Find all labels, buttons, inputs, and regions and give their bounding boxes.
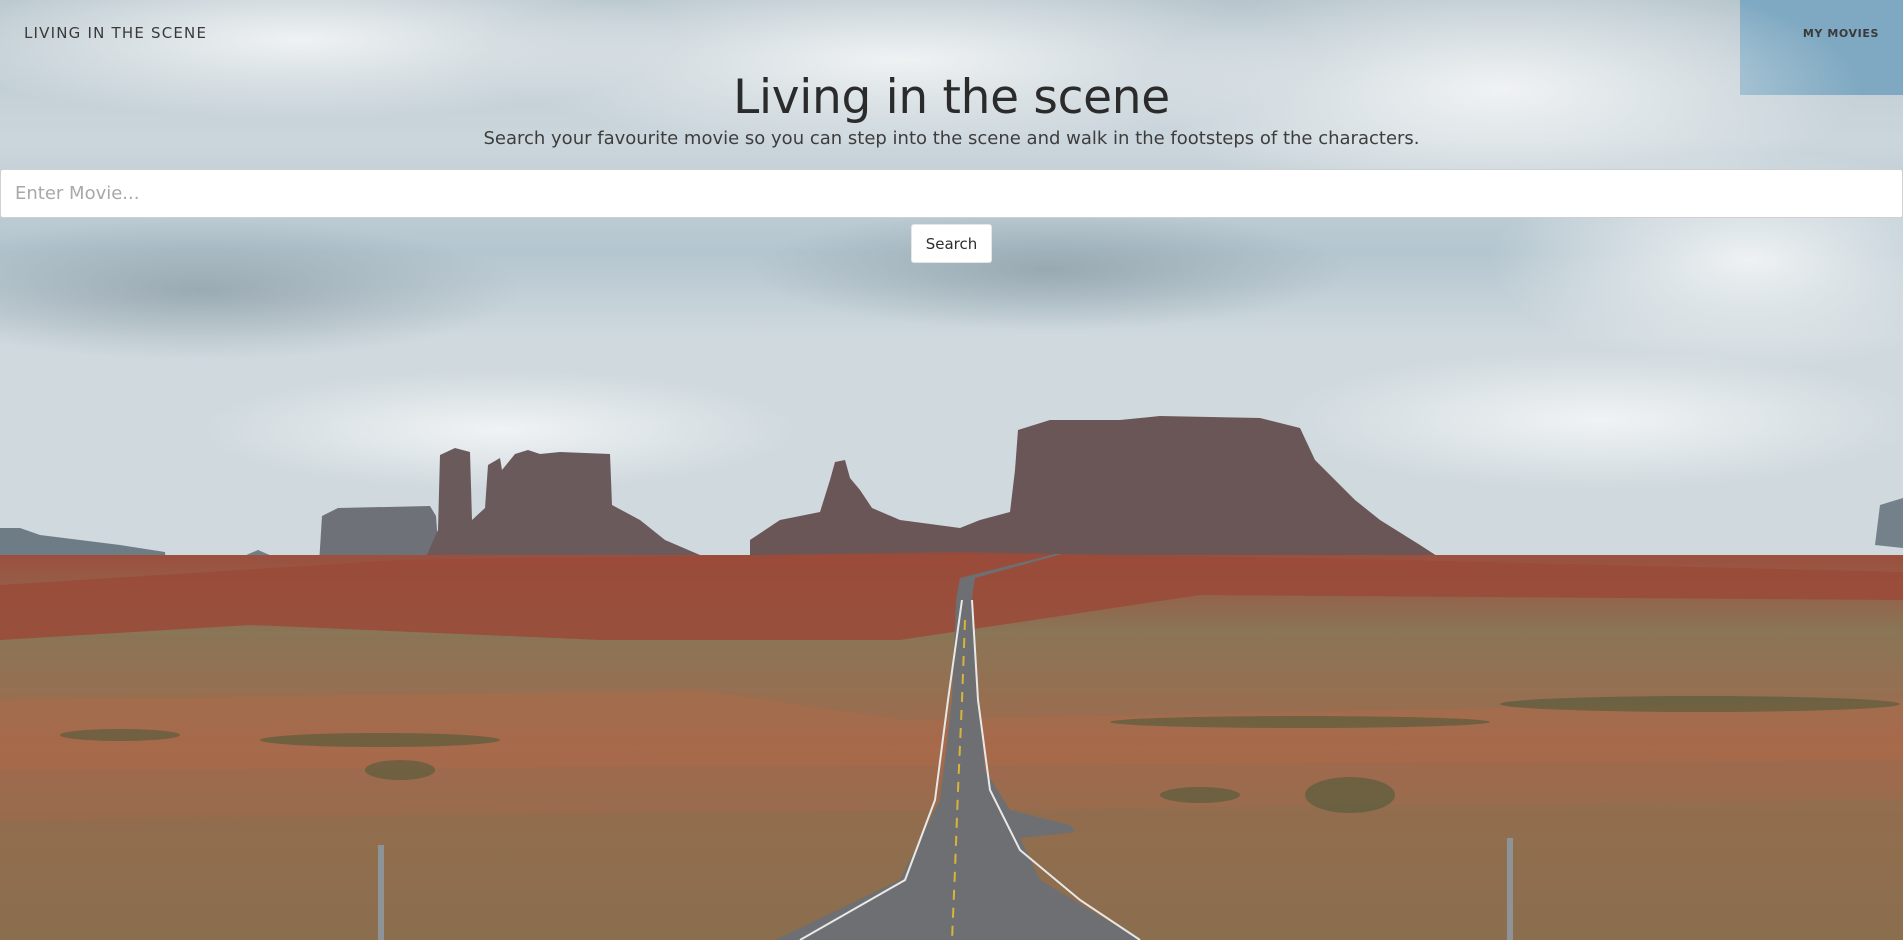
page-subtitle: Search your favourite movie so you can s…: [483, 128, 1420, 149]
brand-link[interactable]: LIVING IN THE SCENE: [24, 24, 207, 42]
hero-header: Living in the scene Search your favourit…: [0, 66, 1903, 151]
movie-search-input[interactable]: [0, 169, 1903, 218]
top-navbar: LIVING IN THE SCENE MY MOVIES: [0, 0, 1903, 68]
search-button[interactable]: Search: [911, 224, 992, 263]
page-title: Living in the scene: [733, 70, 1170, 125]
page: LIVING IN THE SCENE MY MOVIES Living in …: [0, 0, 1903, 940]
my-movies-link[interactable]: MY MOVIES: [1803, 27, 1879, 40]
